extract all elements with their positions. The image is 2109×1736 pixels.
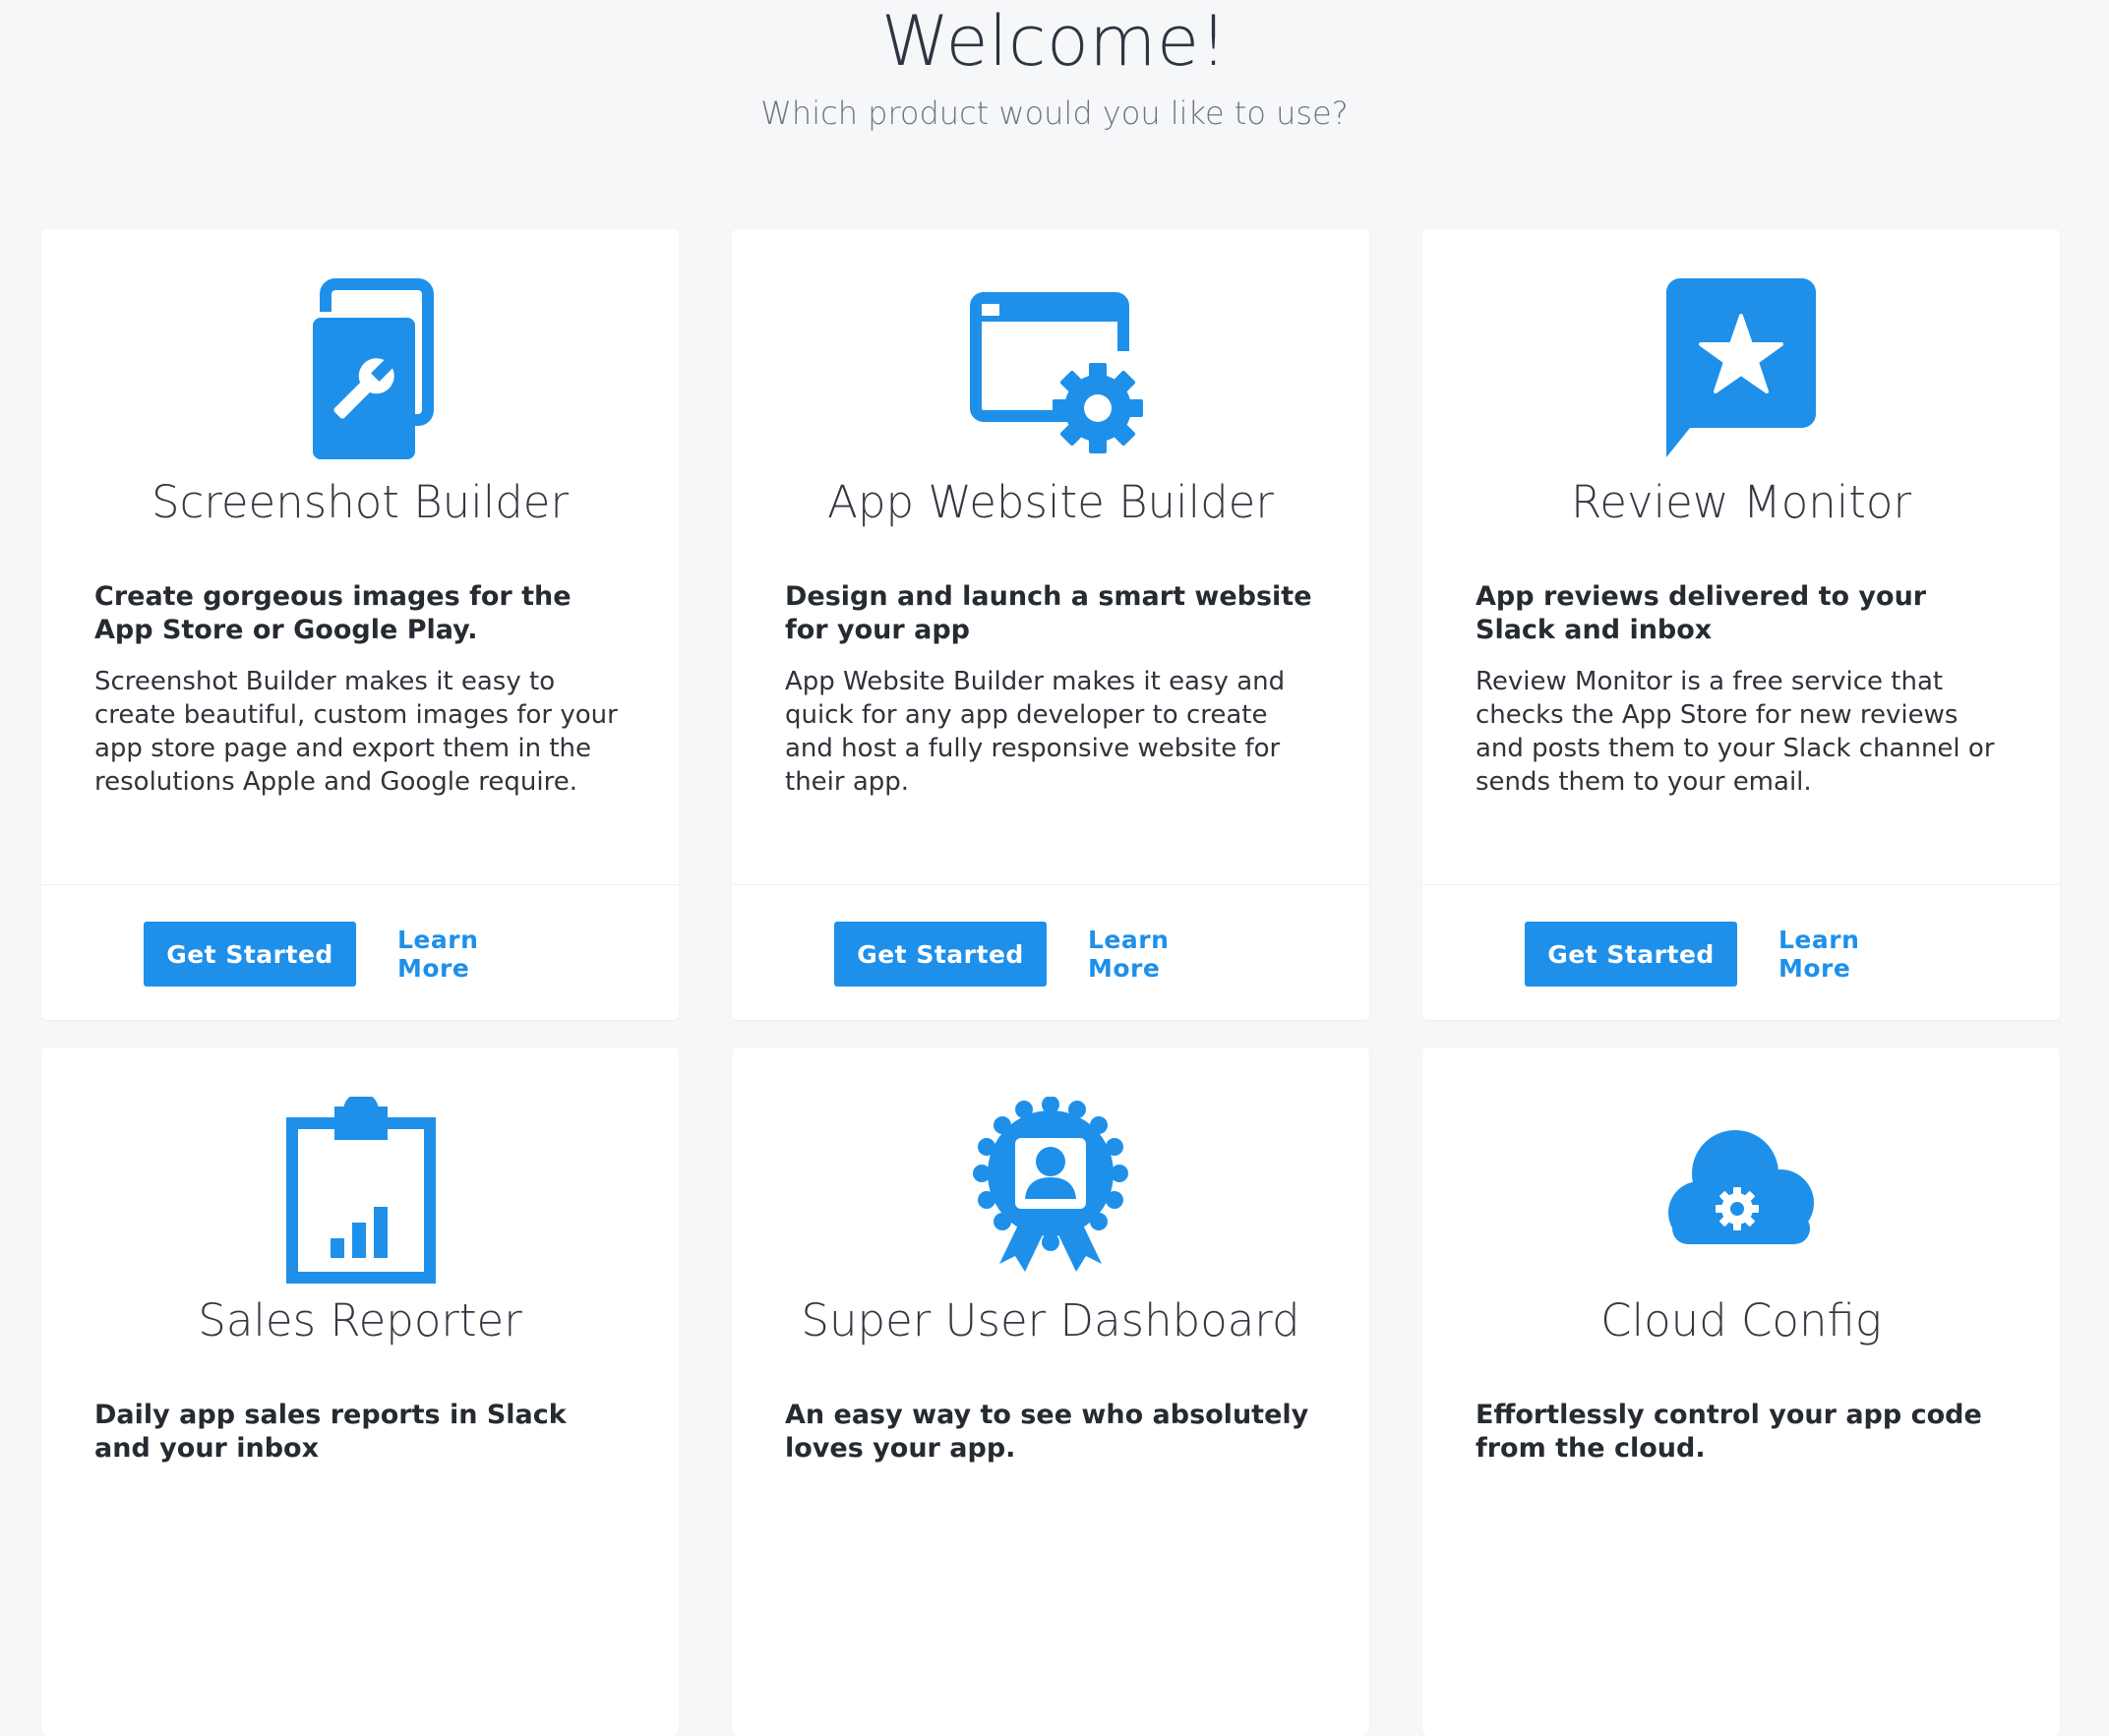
card-footer: Get Started Learn More [1422, 884, 2060, 1021]
card-title: Sales Reporter [198, 1294, 522, 1347]
card-title: Super User Dashboard [801, 1294, 1300, 1347]
card-tagline: Effortlessly control your app code from … [1476, 1400, 1982, 1464]
app-website-builder-icon [732, 278, 1369, 465]
get-started-button[interactable]: Get Started [144, 922, 356, 987]
super-user-dashboard-icon [732, 1097, 1369, 1284]
review-monitor-icon [1422, 278, 2060, 465]
card-footer: Get Started Learn More [732, 884, 1369, 1021]
card-description: Review Monitor is a free service that ch… [1476, 667, 1995, 797]
card-tagline: Daily app sales reports in Slack and you… [94, 1400, 567, 1464]
product-card-review-monitor: Review Monitor App reviews delivered to … [1422, 229, 2060, 1020]
product-card-sales-reporter: Sales Reporter Daily app sales reports i… [41, 1048, 679, 1736]
card-tagline: An easy way to see who absolutely loves … [785, 1400, 1309, 1464]
page-subtitle: Which product would you like to use? [760, 94, 1349, 132]
sales-reporter-icon [41, 1097, 679, 1284]
get-started-button[interactable]: Get Started [834, 922, 1047, 987]
card-tagline: App reviews delivered to your Slack and … [1476, 581, 1927, 645]
card-tagline: Create gorgeous images for the App Store… [94, 581, 572, 645]
product-card-cloud-config: Cloud Config Effortlessly control your a… [1422, 1048, 2060, 1736]
get-started-button[interactable]: Get Started [1525, 922, 1737, 987]
card-tagline: Design and launch a smart website for yo… [785, 581, 1312, 645]
card-title: Cloud Config [1600, 1294, 1882, 1347]
card-description: App Website Builder makes it easy and qu… [785, 667, 1286, 797]
page-title: Welcome! [880, 1, 1229, 82]
card-footer: Get Started Learn More [41, 884, 679, 1021]
screenshot-builder-icon [41, 278, 679, 465]
learn-more-link[interactable]: Learn More [397, 922, 555, 987]
card-title: App Website Builder [827, 476, 1274, 528]
card-title: Review Monitor [1571, 476, 1911, 528]
learn-more-link[interactable]: Learn More [1088, 922, 1245, 987]
product-card-super-user-dashboard: Super User Dashboard An easy way to see … [732, 1048, 1369, 1736]
card-description: Screenshot Builder makes it easy to crea… [94, 667, 618, 797]
cloud-config-icon [1422, 1097, 2060, 1284]
product-card-app-website-builder: App Website Builder Design and launch a … [732, 229, 1369, 1020]
learn-more-link[interactable]: Learn More [1778, 922, 1936, 987]
product-grid: Screenshot Builder Create gorgeous image… [41, 229, 2060, 1736]
card-title: Screenshot Builder [151, 476, 569, 528]
product-card-screenshot-builder: Screenshot Builder Create gorgeous image… [41, 229, 679, 1020]
